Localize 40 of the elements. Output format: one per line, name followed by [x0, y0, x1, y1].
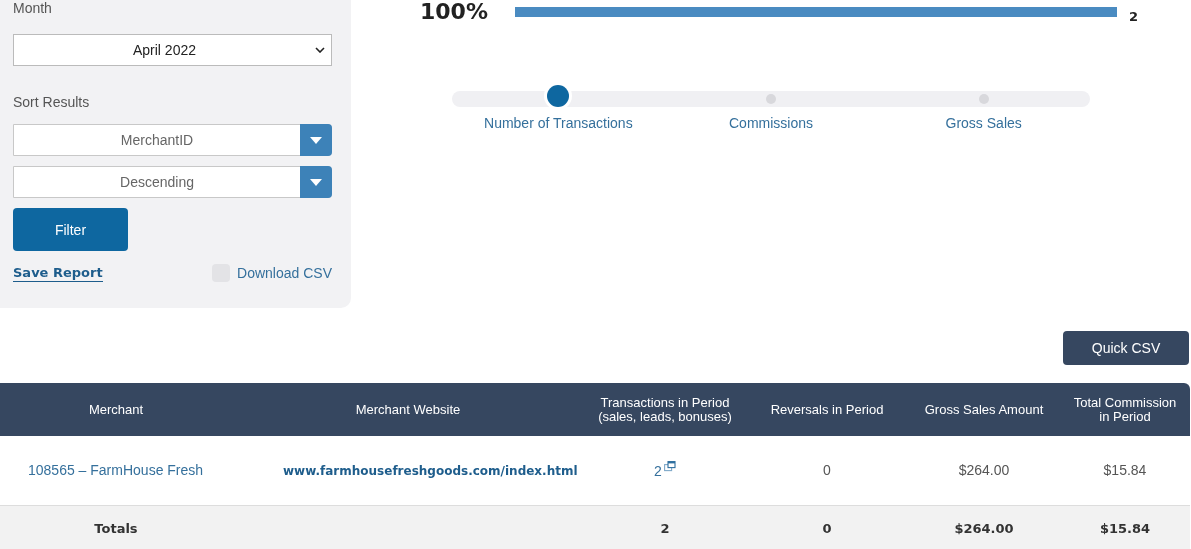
sort-select[interactable]: Descending	[13, 166, 332, 198]
column-header: Total Commission in Period	[1060, 383, 1190, 436]
quick-csv-button[interactable]: Quick CSV	[1063, 331, 1189, 365]
slider-stop[interactable]	[978, 94, 989, 104]
field-label: Month	[13, 0, 53, 16]
transactions-link[interactable]: 2	[654, 463, 662, 480]
save-report-link[interactable]: Save Report	[13, 264, 103, 282]
table-cell: $15.84	[1103, 462, 1147, 479]
column-header: Reversals in Period	[746, 383, 908, 436]
dropdown-button[interactable]	[300, 166, 332, 198]
filter-button[interactable]: Filter	[13, 208, 128, 251]
slider-stop[interactable]	[766, 94, 776, 104]
slider-label[interactable]: Number of Transactions	[484, 115, 633, 131]
total-value: $264.00	[954, 520, 1014, 536]
column-header: Merchant	[0, 383, 232, 436]
column-header: Merchant Website	[232, 383, 584, 436]
count-value: 2	[1129, 8, 1139, 24]
total-value: 2	[660, 520, 670, 536]
new-window-icon[interactable]	[663, 461, 676, 473]
merchant-link[interactable]: 108565 – FarmHouse Fresh	[28, 462, 204, 479]
checkbox-label: Download CSV	[237, 265, 332, 281]
chevron-down-icon	[315, 47, 325, 53]
totals-label: Totals	[94, 520, 138, 536]
caret-icon	[310, 178, 322, 186]
sort-select[interactable]: MerchantID	[13, 124, 332, 156]
table-cell: 0	[823, 462, 831, 479]
percent-value: 100%	[420, 0, 489, 24]
month-select[interactable]: April 2022	[13, 34, 332, 66]
field-label: Sort Results	[13, 94, 91, 110]
table-cell: $264.00	[958, 462, 1010, 479]
slider-label[interactable]: Gross Sales	[945, 115, 1022, 131]
column-header: Gross Sales Amount	[908, 383, 1060, 436]
caret-icon	[310, 136, 322, 144]
slider-label[interactable]: Commissions	[729, 115, 813, 131]
total-value: $15.84	[1099, 520, 1151, 536]
slider-thumb[interactable]	[547, 85, 570, 107]
website-link[interactable]: www.farmhousefreshgoods.com/index.html	[283, 464, 578, 479]
dropdown-button[interactable]	[300, 124, 332, 156]
column-header: Transactions in Period (sales, leads, bonuses)	[584, 383, 746, 436]
total-value: 0	[822, 520, 832, 536]
